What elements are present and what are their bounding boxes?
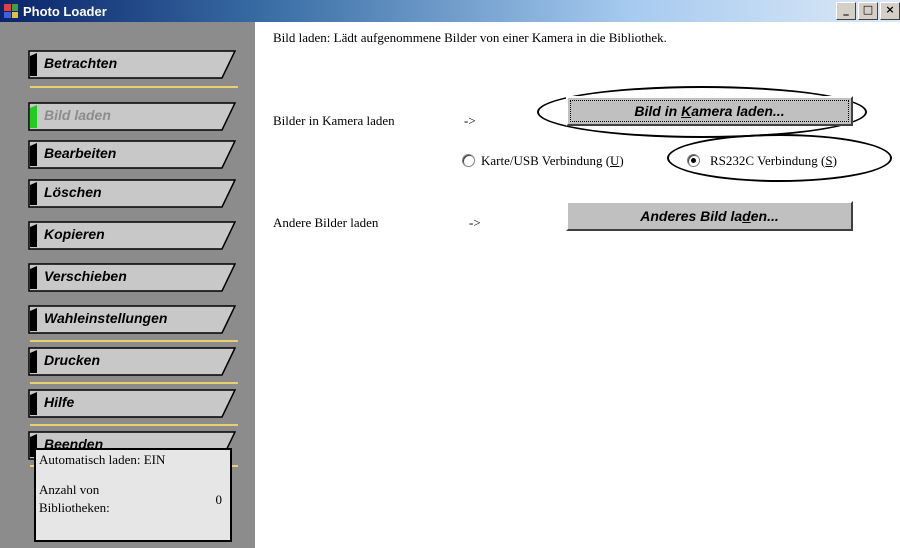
arrow-indicator: -> [464,113,476,128]
radio-rs232c[interactable] [687,154,700,167]
page-description: Bild laden: Lädt aufgenommene Bilder von… [273,30,667,45]
minimize-button[interactable]: _ [836,2,856,20]
focus-rect [570,100,849,122]
button-text-pre: Anderes Bild la [640,208,743,224]
sidebar-item-label: Hilfe [44,394,75,410]
divider [30,86,238,88]
status-info-box: Automatisch laden: EIN Anzahl von Biblio… [34,448,232,542]
window-title: Photo Loader [23,3,107,19]
sidebar-item-label: Wahleinstellungen [44,310,168,326]
library-count-label-2: Bibliotheken: [39,500,110,515]
sidebar-item-label: Bearbeiten [44,145,117,161]
library-count-label: Anzahl von [39,482,100,497]
sidebar-item-label: Betrachten [44,55,118,71]
divider [30,424,238,426]
option2-text: RS232C Verbindung ( [710,153,826,168]
sidebar-item-label: Kopieren [44,226,105,242]
auto-load-status: Automatisch laden: EIN [39,452,166,467]
sidebar-item-label: Bild laden [44,107,111,123]
sidebar-item-bild-laden[interactable]: Bild laden [28,102,236,131]
sidebar-item-betrachten[interactable]: Betrachten [28,50,236,79]
button-text-post: en... [750,208,779,224]
load-other-image-button[interactable]: Anderes Bild laden... [566,201,853,231]
divider [30,382,238,384]
radio-rs232c-label[interactable]: RS232C Verbindung (S) [710,153,837,169]
sidebar: Betrachten Bild laden Bearbeiten Löschen… [0,22,255,548]
sidebar-item-label: Drucken [44,352,101,368]
other-load-label: Andere Bilder laden [273,215,379,230]
library-count-value: 0 [215,492,223,507]
radio-selected-dot [691,158,696,163]
close-button[interactable]: × [880,2,900,20]
sidebar-item-label: Löschen [44,184,102,200]
mnemonic-u: U [610,153,620,168]
divider [30,340,238,342]
radio-card-usb[interactable] [462,154,475,167]
sidebar-item-kopieren[interactable]: Kopieren [28,221,236,250]
title-bar: Photo Loader _ □ × [0,0,900,22]
camera-load-label: Bilder in Kamera laden [273,113,395,128]
sidebar-item-loeschen[interactable]: Löschen [28,179,236,208]
sidebar-item-verschieben[interactable]: Verschieben [28,263,236,292]
option2-close: ) [832,153,837,168]
sidebar-item-wahleinstellungen[interactable]: Wahleinstellungen [28,305,236,334]
main-panel: Bild laden: Lädt aufgenommene Bilder von… [255,22,900,548]
app-icon [4,4,18,18]
load-from-camera-button[interactable]: Bild in Kamera laden... [566,96,853,126]
sidebar-item-bearbeiten[interactable]: Bearbeiten [28,140,236,169]
sidebar-item-hilfe[interactable]: Hilfe [28,389,236,418]
option1-close: ) [619,153,624,168]
mnemonic-s: S [825,153,833,168]
mnemonic-d: d [742,208,751,224]
arrow-indicator-2: -> [469,215,481,230]
maximize-button[interactable]: □ [858,2,878,20]
sidebar-item-label: Verschieben [44,268,127,284]
sidebar-item-drucken[interactable]: Drucken [28,347,236,376]
radio-card-usb-label[interactable]: Karte/USB Verbindung (U) [481,153,624,169]
option1-text: Karte/USB Verbindung ( [481,153,611,168]
